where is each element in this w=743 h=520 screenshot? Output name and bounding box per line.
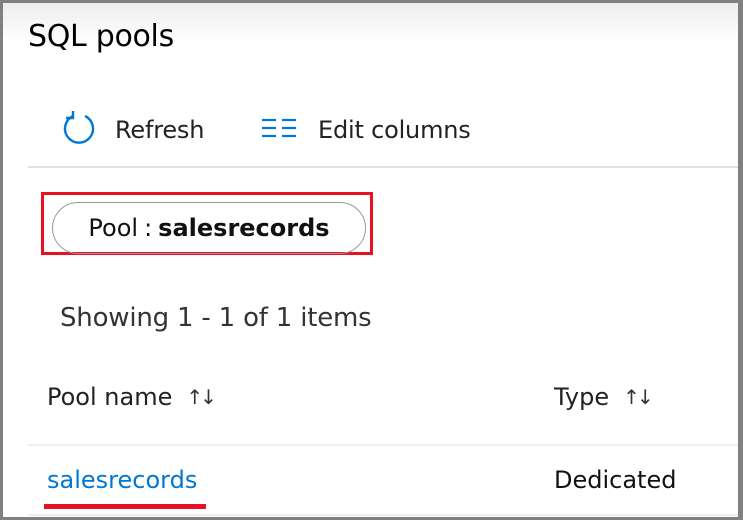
edit-columns-button[interactable]: Edit columns bbox=[260, 113, 471, 147]
edit-columns-icon bbox=[260, 116, 300, 144]
column-header-pool-name[interactable]: Pool name ↑↓ bbox=[47, 383, 217, 411]
filter-value: salesrecords bbox=[158, 214, 330, 242]
refresh-button[interactable]: Refresh bbox=[61, 110, 205, 150]
row-divider bbox=[28, 514, 738, 516]
refresh-icon bbox=[61, 110, 97, 150]
page-title: SQL pools bbox=[28, 19, 174, 54]
column-label: Pool name bbox=[47, 383, 173, 411]
items-count-status: Showing 1 - 1 of 1 items bbox=[60, 303, 372, 333]
pool-filter-pill[interactable]: Pool : salesrecords bbox=[52, 202, 366, 254]
edit-columns-label: Edit columns bbox=[318, 116, 471, 144]
link-highlight-underline bbox=[44, 504, 206, 509]
column-label: Type bbox=[554, 383, 610, 411]
header-divider bbox=[28, 444, 738, 446]
toolbar-divider bbox=[28, 166, 738, 168]
sort-icon: ↑↓ bbox=[186, 385, 216, 409]
sql-pools-panel: SQL pools Refresh Edit columns Pool : sa… bbox=[3, 3, 738, 517]
refresh-label: Refresh bbox=[115, 116, 205, 144]
sort-icon: ↑↓ bbox=[623, 385, 653, 409]
column-header-type[interactable]: Type ↑↓ bbox=[554, 383, 654, 411]
pool-type-cell: Dedicated bbox=[554, 466, 677, 494]
filter-key: Pool bbox=[88, 214, 139, 242]
pool-name-link[interactable]: salesrecords bbox=[47, 466, 197, 494]
filter-separator: : bbox=[144, 214, 153, 242]
